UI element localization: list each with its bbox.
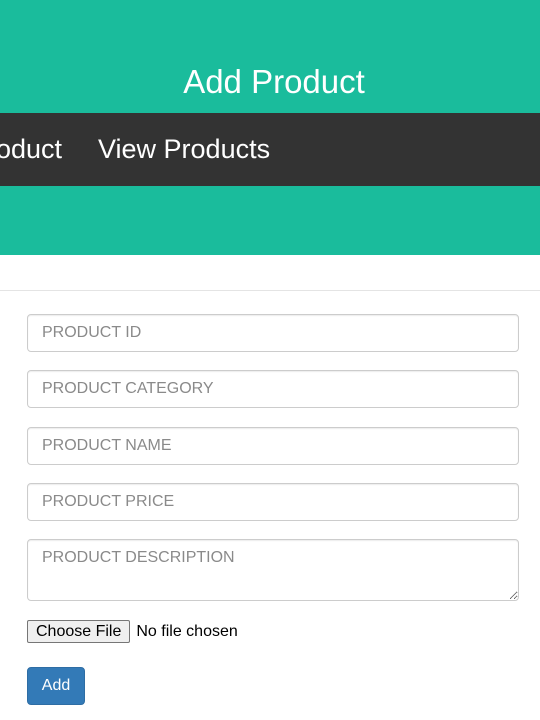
add-button[interactable]: Add bbox=[27, 667, 85, 705]
page-title: Add Product bbox=[183, 63, 365, 100]
product-category-input[interactable] bbox=[27, 370, 519, 408]
product-id-input[interactable] bbox=[27, 314, 519, 352]
file-upload: Choose File No file chosen bbox=[27, 620, 238, 643]
product-description-textarea[interactable] bbox=[27, 539, 519, 601]
nav-link-add-product[interactable]: Add Product bbox=[0, 113, 62, 186]
navbar: Add Product View Products bbox=[0, 113, 540, 186]
product-name-input[interactable] bbox=[27, 427, 519, 465]
product-price-input[interactable] bbox=[27, 483, 519, 521]
choose-file-button[interactable]: Choose File bbox=[27, 620, 131, 643]
nav-link-view-products[interactable]: View Products bbox=[98, 113, 270, 186]
divider bbox=[0, 290, 540, 291]
page-header: Add Product Add Product View Products bbox=[0, 0, 540, 255]
file-status-label: No file chosen bbox=[136, 622, 238, 640]
